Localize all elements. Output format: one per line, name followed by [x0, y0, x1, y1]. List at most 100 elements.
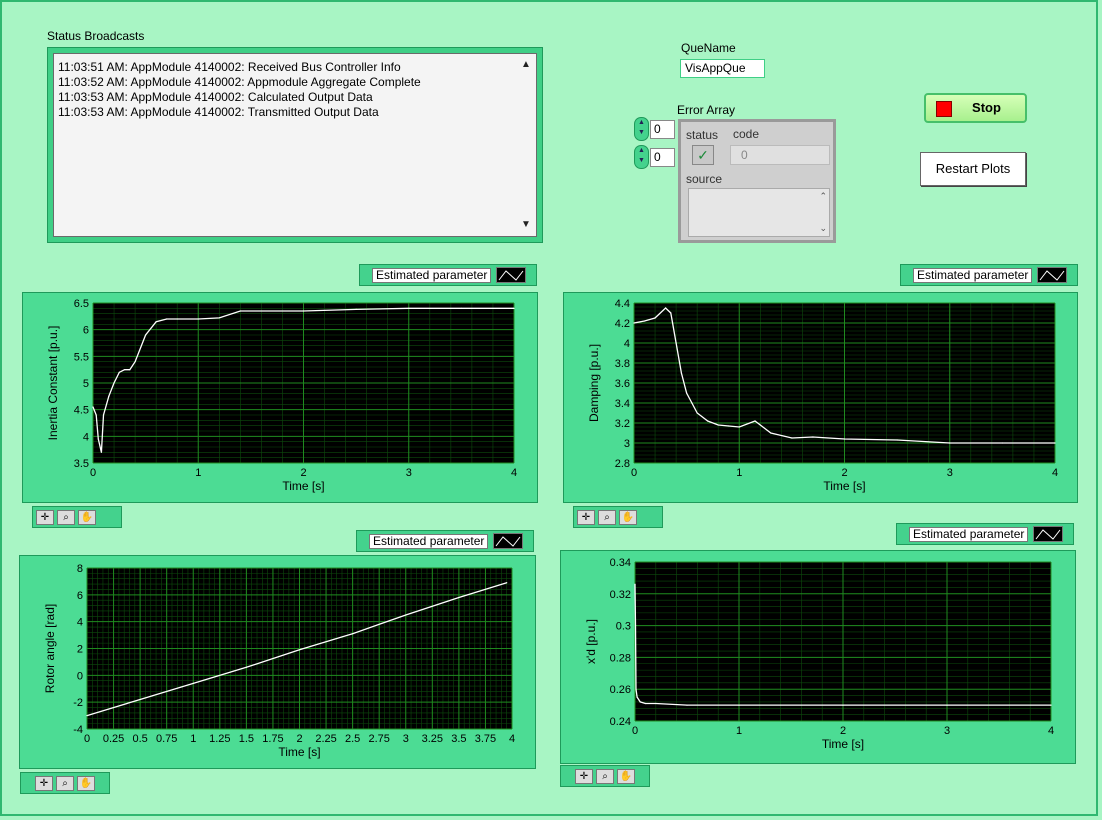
data-point [513, 307, 515, 309]
data-point [352, 633, 354, 635]
data-point [842, 704, 844, 706]
data-point [92, 406, 94, 408]
data-point [759, 424, 761, 426]
status-scrollbar[interactable]: ▲ ▼ [519, 58, 533, 232]
legend-label: Estimated parameter [369, 534, 489, 549]
y-tick-label: 2.8 [615, 458, 630, 470]
y-tick-label: 0.34 [610, 557, 631, 569]
restart-plots-button[interactable]: Restart Plots [920, 152, 1026, 186]
zoom-icon[interactable]: ⌕ [596, 769, 614, 784]
x-tick-label: 2 [841, 467, 847, 479]
scroll-down-icon[interactable]: ⌄ [819, 223, 827, 234]
crosshair-icon[interactable]: ✛ [36, 510, 54, 525]
inertia-constant-chart[interactable]: 0 1 2 3 4 3.5 4 4.5 5 5.5 6 6.5 Time [s] Inertia Cons… [22, 292, 538, 503]
status-line: 11:03:52 AM: AppModule 4140002: Appmodul… [58, 75, 421, 89]
line-style-icon[interactable] [1037, 267, 1067, 283]
y-axis-label: Rotor angle [rad] [43, 604, 57, 693]
status-broadcasts-panel: 11:03:51 AM: AppModule 4140002: Received… [47, 47, 543, 243]
x-tick-label: 4 [1048, 725, 1054, 737]
x-tick-label: 3.25 [422, 733, 443, 745]
data-point [686, 704, 688, 706]
x-tick-label: 0.5 [132, 733, 147, 745]
line-style-icon[interactable] [496, 267, 526, 283]
x-tick-label: 3 [403, 733, 409, 745]
status-line: 11:03:53 AM: AppModule 4140002: Calculat… [58, 90, 373, 104]
code-field[interactable]: 0 [730, 145, 830, 165]
status-broadcasts-log[interactable]: 11:03:51 AM: AppModule 4140002: Received… [53, 53, 537, 237]
source-field[interactable]: ⌃ ⌄ [688, 188, 830, 237]
y-tick-label: 0.32 [610, 589, 631, 601]
data-point [643, 320, 646, 322]
array-index-field[interactable]: 0 [650, 148, 675, 167]
array-index-field[interactable]: 0 [650, 120, 675, 139]
x-tick-label: 0 [90, 467, 96, 479]
legend-label: Estimated parameter [372, 268, 492, 283]
y-tick-label: 3.2 [615, 418, 630, 430]
data-point [102, 414, 105, 416]
y-tick-label: 4 [83, 431, 89, 443]
zoom-icon[interactable]: ⌕ [598, 510, 616, 525]
graph-palette: ✛ ⌕ ✋ [20, 772, 110, 794]
plot-legend[interactable]: Estimated parameter [896, 523, 1074, 545]
zoom-icon[interactable]: ⌕ [56, 776, 74, 791]
damping-chart[interactable]: 0 1 2 3 4 2.8 3 3.2 3.4 3.6 3.8 4 4.2 4.4 Time [s] Damp… [563, 292, 1078, 503]
y-tick-label: 3.5 [74, 458, 89, 470]
x-tick-label: 3 [947, 467, 953, 479]
line-style-icon[interactable] [493, 533, 523, 549]
crosshair-icon[interactable]: ✛ [575, 769, 593, 784]
plot-legend[interactable]: Estimated parameter [356, 530, 534, 552]
data-point [812, 436, 814, 438]
x-tick-label: 0.75 [156, 733, 177, 745]
y-tick-label: -4 [73, 724, 83, 736]
data-point [145, 334, 147, 336]
data-point [655, 702, 657, 705]
hand-icon[interactable]: ✋ [617, 769, 635, 784]
data-point [123, 369, 126, 371]
legend-label: Estimated parameter [913, 268, 1033, 283]
data-point [639, 701, 641, 703]
data-point [129, 369, 131, 371]
data-point [1054, 442, 1056, 444]
quename-field[interactable]: VisAppQue [680, 59, 765, 78]
data-point [670, 312, 672, 314]
data-point [634, 625, 637, 627]
x-tick-label: 3 [406, 467, 412, 479]
status-field-label: status [686, 128, 719, 142]
crosshair-icon[interactable]: ✛ [35, 776, 53, 791]
data-point [245, 666, 247, 668]
plot-legend[interactable]: Estimated parameter [900, 264, 1078, 286]
y-tick-label: 3.4 [615, 398, 630, 410]
scroll-up-icon[interactable]: ⌃ [819, 191, 827, 202]
data-point [728, 425, 730, 427]
scroll-down-icon[interactable]: ▼ [519, 218, 533, 232]
zoom-icon[interactable]: ⌕ [57, 510, 75, 525]
data-point [239, 310, 241, 312]
data-point [408, 307, 410, 309]
line-style-icon[interactable] [1033, 526, 1063, 542]
data-point [95, 414, 97, 416]
scroll-up-icon[interactable]: ▲ [519, 58, 533, 72]
crosshair-icon[interactable]: ✛ [577, 510, 595, 525]
hand-icon[interactable]: ✋ [619, 510, 637, 525]
hand-icon[interactable]: ✋ [77, 776, 95, 791]
x-axis-label: Time [s] [823, 479, 865, 493]
rotor-angle-chart[interactable]: 0 0.25 0.5 0.75 1 1.25 1.5 1.75 2 2.25 2.5 2.75 3 3.2… [19, 555, 536, 769]
hand-icon[interactable]: ✋ [78, 510, 96, 525]
array-index-stepper[interactable]: ▲ ▼ [634, 145, 649, 169]
x-tick-label: 1 [736, 467, 742, 479]
quename-label: QueName [681, 41, 736, 55]
array-index-stepper[interactable]: ▲ ▼ [634, 117, 649, 141]
data-point [946, 704, 948, 706]
plot-legend[interactable]: Estimated parameter [359, 264, 537, 286]
x-tick-label: 0 [84, 733, 90, 745]
stop-button[interactable]: Stop [924, 93, 1027, 123]
y-tick-label: 0.3 [616, 621, 631, 633]
data-point [355, 308, 357, 310]
y-tick-label: 6.5 [74, 298, 89, 310]
data-point [460, 307, 462, 309]
check-icon[interactable]: ✓ [692, 145, 714, 165]
y-tick-label: 2 [77, 644, 83, 656]
xd-chart[interactable]: 0 1 2 3 4 0.24 0.26 0.28 0.3 0.32 0.34 Time [s] x'd … [560, 550, 1076, 764]
y-tick-label: 3.6 [615, 378, 630, 390]
x-tick-label: 1.5 [239, 733, 254, 745]
